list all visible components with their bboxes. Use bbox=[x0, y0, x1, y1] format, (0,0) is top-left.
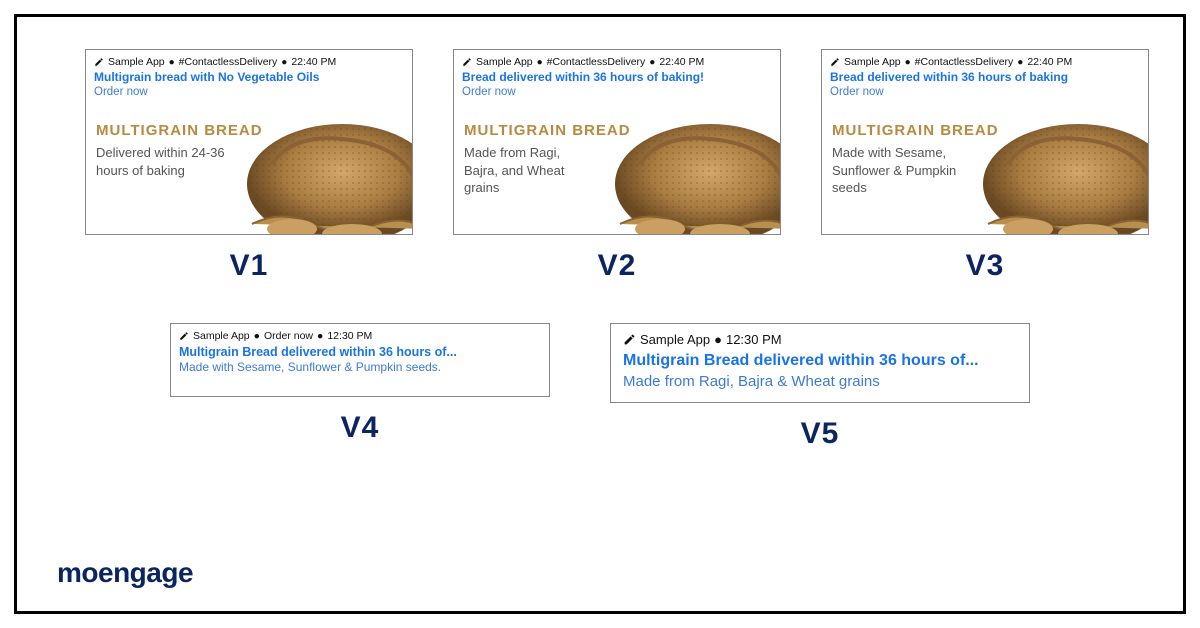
app-name: Sample App bbox=[193, 330, 250, 342]
variant-label: V2 bbox=[598, 249, 637, 283]
brand-logo: moengage bbox=[57, 557, 193, 589]
bread-image bbox=[580, 114, 781, 235]
variant-v4: Sample App ● Order now ● 12:30 PM Multig… bbox=[170, 323, 550, 451]
separator-dot: ● bbox=[317, 330, 323, 342]
notification-card-v2: Sample App ● #ContactlessDelivery ● 22:4… bbox=[453, 49, 781, 235]
notification-title[interactable]: Multigrain Bread delivered within 36 hou… bbox=[611, 351, 1029, 372]
pencil-icon bbox=[623, 333, 636, 346]
notification-title[interactable]: Bread delivered within 36 hours of bakin… bbox=[822, 70, 1148, 86]
top-row: Sample App ● #ContactlessDelivery ● 22:4… bbox=[17, 17, 1183, 283]
card-meta: Sample App ● 12:30 PM bbox=[611, 324, 1029, 351]
variant-label: V3 bbox=[966, 249, 1005, 283]
pencil-icon bbox=[179, 331, 189, 341]
outer-frame: Sample App ● #ContactlessDelivery ● 22:4… bbox=[14, 14, 1186, 614]
card-meta: Sample App ● Order now ● 12:30 PM bbox=[171, 324, 549, 344]
app-name: Sample App bbox=[108, 56, 165, 68]
tag-text: #ContactlessDelivery bbox=[915, 56, 1014, 68]
app-name: Sample App bbox=[640, 332, 710, 347]
variant-v3: Sample App ● #ContactlessDelivery ● 22:4… bbox=[821, 49, 1149, 283]
variant-label: V1 bbox=[230, 249, 269, 283]
app-name: Sample App bbox=[476, 56, 533, 68]
notification-subtitle[interactable]: Order now bbox=[822, 86, 1148, 102]
hero-subtitle: Delivered within 24-36 hours of baking bbox=[96, 144, 226, 179]
notification-subtitle: Made from Ragi, Bajra & Wheat grains bbox=[611, 372, 1029, 398]
variant-v1: Sample App ● #ContactlessDelivery ● 22:4… bbox=[85, 49, 413, 283]
card-meta: Sample App ● #ContactlessDelivery ● 22:4… bbox=[454, 50, 780, 70]
bread-image bbox=[948, 114, 1149, 235]
notification-subtitle[interactable]: Order now bbox=[454, 86, 780, 102]
hero-area: MULTIGRAIN BREAD Made from Ragi, Bajra, … bbox=[454, 114, 780, 234]
bottom-row: Sample App ● Order now ● 12:30 PM Multig… bbox=[17, 283, 1183, 451]
hero-area: MULTIGRAIN BREAD Delivered within 24-36 … bbox=[86, 114, 412, 234]
tag-text: #ContactlessDelivery bbox=[179, 56, 278, 68]
variant-v5: Sample App ● 12:30 PM Multigrain Bread d… bbox=[610, 323, 1030, 451]
separator-dot: ● bbox=[254, 330, 260, 342]
notification-title[interactable]: Multigrain Bread delivered within 36 hou… bbox=[171, 344, 549, 360]
separator-dot: ● bbox=[537, 57, 543, 68]
time-text: 22:40 PM bbox=[659, 56, 704, 68]
separator-dot: ● bbox=[905, 57, 911, 68]
notification-subtitle[interactable]: Order now bbox=[86, 86, 412, 102]
notification-card-v3: Sample App ● #ContactlessDelivery ● 22:4… bbox=[821, 49, 1149, 235]
variant-label: V5 bbox=[801, 417, 840, 451]
separator-dot: ● bbox=[714, 332, 722, 347]
separator-dot: ● bbox=[169, 57, 175, 68]
hero-area: MULTIGRAIN BREAD Made with Sesame, Sunfl… bbox=[822, 114, 1148, 234]
hero-subtitle: Made from Ragi, Bajra, and Wheat grains bbox=[464, 144, 594, 197]
pencil-icon bbox=[94, 57, 104, 67]
notification-card-v4: Sample App ● Order now ● 12:30 PM Multig… bbox=[170, 323, 550, 397]
time-text: 22:40 PM bbox=[1027, 56, 1072, 68]
separator-dot: ● bbox=[649, 57, 655, 68]
tag-text: #ContactlessDelivery bbox=[547, 56, 646, 68]
pencil-icon bbox=[830, 57, 840, 67]
variant-v2: Sample App ● #ContactlessDelivery ● 22:4… bbox=[453, 49, 781, 283]
time-text: 12:30 PM bbox=[726, 332, 782, 347]
bread-image bbox=[212, 114, 413, 235]
variant-label: V4 bbox=[341, 411, 380, 445]
card-meta: Sample App ● #ContactlessDelivery ● 22:4… bbox=[86, 50, 412, 70]
hero-subtitle: Made with Sesame, Sunflower & Pumpkin se… bbox=[832, 144, 962, 197]
card-meta: Sample App ● #ContactlessDelivery ● 22:4… bbox=[822, 50, 1148, 70]
app-name: Sample App bbox=[844, 56, 901, 68]
separator-dot: ● bbox=[281, 57, 287, 68]
time-text: 12:30 PM bbox=[327, 330, 372, 342]
separator-dot: ● bbox=[1017, 57, 1023, 68]
notification-title[interactable]: Multigrain bread with No Vegetable Oils bbox=[86, 70, 412, 86]
meta-mid: Order now bbox=[264, 330, 313, 342]
notification-card-v1: Sample App ● #ContactlessDelivery ● 22:4… bbox=[85, 49, 413, 235]
time-text: 22:40 PM bbox=[291, 56, 336, 68]
notification-subtitle: Made with Sesame, Sunflower & Pumpkin se… bbox=[171, 360, 549, 376]
notification-card-v5: Sample App ● 12:30 PM Multigrain Bread d… bbox=[610, 323, 1030, 403]
notification-title[interactable]: Bread delivered within 36 hours of bakin… bbox=[454, 70, 780, 86]
pencil-icon bbox=[462, 57, 472, 67]
